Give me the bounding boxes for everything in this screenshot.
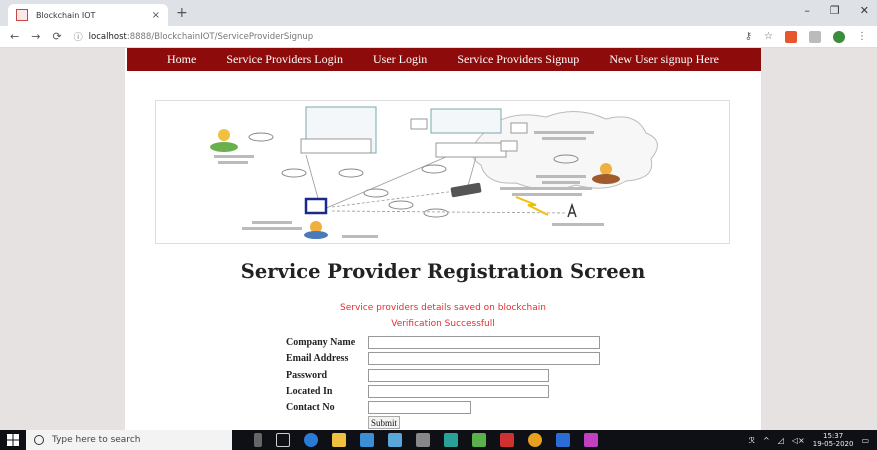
clock-time: 15:37 — [823, 432, 844, 440]
status-message: Service providers details saved on block… — [340, 303, 546, 313]
app-icon[interactable] — [360, 433, 374, 447]
email-address-label: Email Address — [286, 352, 349, 364]
clock[interactable]: 15:37 19-05-2020 — [813, 432, 854, 448]
located-in-input[interactable] — [368, 384, 549, 398]
form-row-email: Email Address — [286, 351, 600, 365]
menu-icon[interactable]: ⋮ — [857, 31, 867, 42]
windows-start-icon[interactable] — [0, 434, 26, 446]
nav-link-service-providers-login[interactable]: Service Providers Login — [226, 52, 343, 67]
forward-icon[interactable]: → — [31, 30, 40, 43]
form-row-located-in: Located In — [286, 384, 549, 398]
tab-close-icon[interactable]: × — [152, 10, 160, 21]
app-icon[interactable] — [472, 433, 486, 447]
minimize-button[interactable]: – — [804, 4, 810, 17]
located-in-label: Located In — [286, 385, 333, 397]
taskbar-search-box[interactable]: Type here to search — [26, 430, 232, 450]
window-controls: – ❐ ✕ — [804, 4, 869, 17]
nav-link-home[interactable]: Home — [167, 52, 196, 67]
taskbar: Type here to search ℛ ^ ◿ ◁× 15:37 19-05… — [0, 430, 877, 450]
contact-no-label: Contact No — [286, 401, 335, 413]
new-tab-button[interactable]: + — [176, 5, 188, 21]
architecture-diagram-image — [155, 100, 730, 244]
app-icon[interactable] — [584, 433, 598, 447]
form-row-password: Password — [286, 368, 549, 382]
page-favicon-icon — [16, 9, 28, 21]
reload-icon[interactable]: ⟳ — [52, 30, 61, 43]
taskbar-apps — [254, 433, 598, 447]
task-view-icon[interactable] — [276, 433, 290, 447]
url-path: :8888/BlockchainIOT/ServiceProviderSignu… — [126, 31, 314, 42]
password-label: Password — [286, 369, 328, 381]
people-icon[interactable]: ℛ — [749, 436, 755, 445]
back-icon[interactable]: ← — [10, 30, 19, 43]
form-row-company-name: Company Name — [286, 335, 600, 349]
key-icon[interactable]: ⚷ — [745, 31, 752, 42]
password-input[interactable] — [368, 368, 549, 382]
app-icon[interactable] — [416, 433, 430, 447]
extension-icon[interactable] — [809, 30, 821, 43]
tab-title: Blockchain IOT — [36, 10, 96, 20]
info-icon[interactable]: ⓘ — [74, 30, 83, 43]
url-host: localhost — [88, 31, 127, 42]
clock-date: 19-05-2020 — [812, 440, 854, 448]
contact-no-input[interactable] — [368, 400, 471, 414]
page-title: Service Provider Registration Screen — [240, 260, 646, 283]
url-field[interactable]: ⓘ localhost:8888/BlockchainIOT/ServicePr… — [74, 28, 745, 46]
nav-link-user-login[interactable]: User Login — [373, 52, 427, 67]
taskbar-search-placeholder: Type here to search — [52, 435, 141, 445]
nav-link-new-user-signup[interactable]: New User signup Here — [609, 52, 719, 67]
profile-icon[interactable] — [833, 30, 845, 43]
maximize-button[interactable]: ❐ — [830, 4, 840, 17]
word-icon[interactable] — [556, 433, 570, 447]
form-row-contact-no: Contact No — [286, 400, 471, 414]
top-navbar: Home Service Providers Login User Login … — [127, 48, 761, 71]
store-icon[interactable] — [332, 433, 346, 447]
email-address-input[interactable] — [368, 351, 600, 365]
cortana-icon — [34, 435, 44, 445]
edge-icon[interactable] — [304, 433, 318, 447]
chevron-up-icon[interactable]: ^ — [763, 436, 770, 445]
extension-icon[interactable] — [785, 30, 797, 43]
chrome-icon[interactable] — [528, 433, 542, 447]
submit-button[interactable]: Submit — [368, 416, 401, 429]
nav-link-service-providers-signup[interactable]: Service Providers Signup — [457, 52, 579, 67]
browser-tab[interactable]: Blockchain IOT × — [8, 4, 168, 26]
notification-icon[interactable]: ▭ — [861, 436, 869, 445]
address-bar: ← → ⟳ ⓘ localhost:8888/BlockchainIOT/Ser… — [0, 26, 877, 48]
microphone-icon[interactable] — [254, 433, 262, 447]
volume-icon[interactable]: ◁× — [792, 436, 805, 445]
browser-tab-bar: Blockchain IOT × + – ❐ ✕ — [0, 0, 877, 26]
company-name-label: Company Name — [286, 336, 356, 348]
page-content: Home Service Providers Login User Login … — [125, 48, 761, 430]
system-tray: ℛ ^ ◿ ◁× 15:37 19-05-2020 ▭ — [749, 432, 869, 448]
acrobat-icon[interactable] — [500, 433, 514, 447]
star-icon[interactable]: ☆ — [764, 31, 773, 42]
page-viewport: Home Service Providers Login User Login … — [0, 48, 877, 430]
app-icon[interactable] — [388, 433, 402, 447]
toolbar-icons: ⚷ ☆ ⋮ — [745, 30, 867, 43]
verification-message: Verification Successfull — [391, 319, 495, 329]
close-window-button[interactable]: ✕ — [860, 4, 869, 17]
app-icon[interactable] — [444, 433, 458, 447]
network-icon[interactable]: ◿ — [778, 436, 784, 445]
company-name-input[interactable] — [368, 335, 600, 349]
